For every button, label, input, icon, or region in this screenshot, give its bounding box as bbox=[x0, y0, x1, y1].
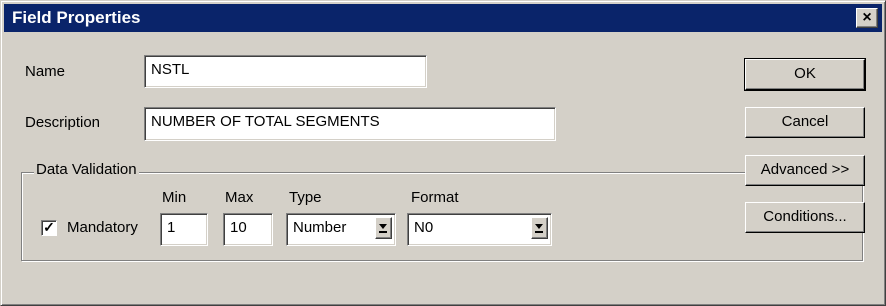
format-value: N0 bbox=[414, 219, 434, 236]
type-select[interactable]: Number bbox=[286, 213, 396, 246]
max-field[interactable]: 10 bbox=[223, 213, 273, 246]
mandatory-checkbox[interactable]: ✓ bbox=[41, 220, 57, 236]
type-label: Type bbox=[289, 189, 322, 206]
title-bar[interactable]: Field Properties × bbox=[4, 4, 882, 32]
advanced-button[interactable]: Advanced >> bbox=[745, 155, 865, 186]
data-validation-label: Data Validation bbox=[34, 161, 139, 178]
type-value: Number bbox=[293, 219, 347, 236]
close-button[interactable]: × bbox=[856, 8, 878, 28]
format-select[interactable]: N0 bbox=[407, 213, 552, 246]
description-field[interactable]: NUMBER OF TOTAL SEGMENTS bbox=[144, 107, 556, 141]
conditions-button[interactable]: Conditions... bbox=[745, 202, 865, 233]
description-label: Description bbox=[25, 114, 101, 131]
check-icon: ✓ bbox=[43, 219, 55, 235]
field-properties-dialog: Field Properties × Name NSTL Description… bbox=[0, 0, 886, 306]
cancel-button[interactable]: Cancel bbox=[745, 107, 865, 138]
min-label: Min bbox=[162, 189, 187, 206]
ok-button[interactable]: OK bbox=[744, 58, 866, 91]
name-field[interactable]: NSTL bbox=[144, 55, 427, 88]
chevron-down-icon[interactable] bbox=[531, 217, 548, 239]
name-label: Name bbox=[25, 63, 66, 80]
max-label: Max bbox=[225, 189, 254, 206]
min-field[interactable]: 1 bbox=[160, 213, 208, 246]
close-icon: × bbox=[862, 9, 872, 26]
format-label: Format bbox=[411, 189, 459, 206]
chevron-down-icon[interactable] bbox=[375, 217, 392, 239]
dialog-title: Field Properties bbox=[12, 8, 141, 27]
mandatory-label[interactable]: Mandatory bbox=[67, 219, 138, 236]
